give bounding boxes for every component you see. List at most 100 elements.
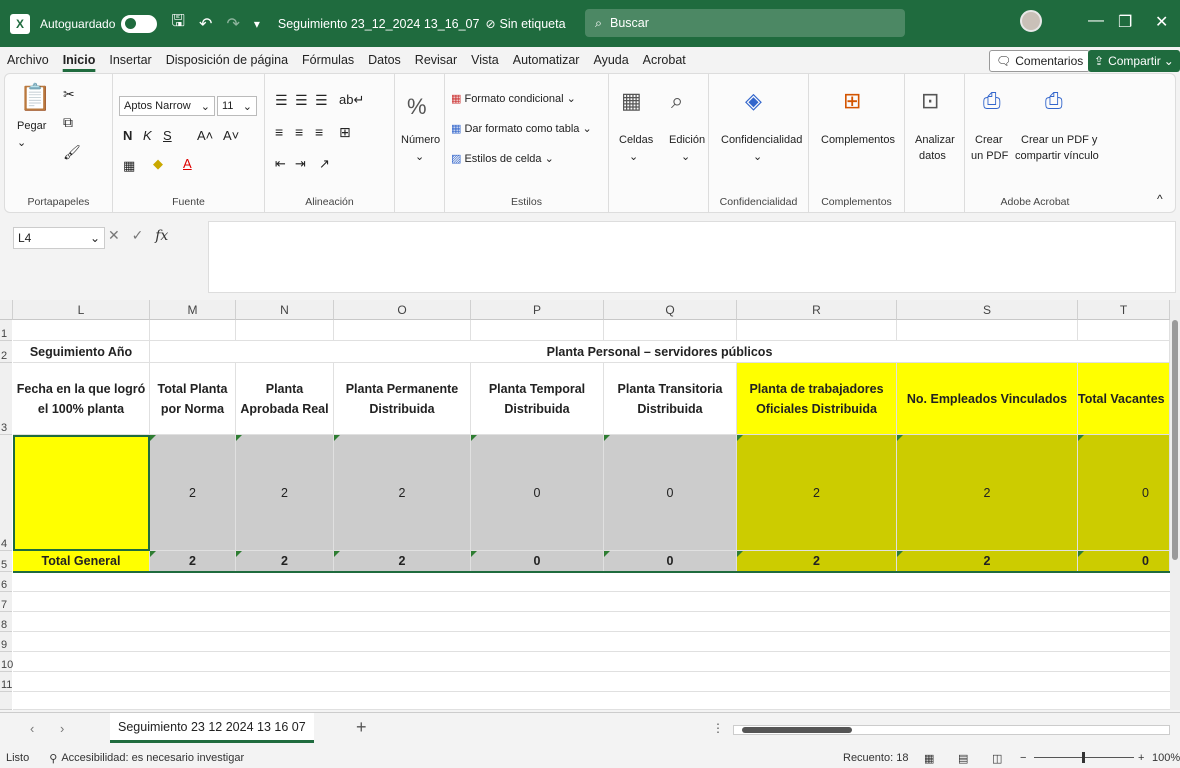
increase-font-icon[interactable]: A˄ (197, 128, 213, 143)
cell[interactable] (1078, 320, 1170, 341)
share-pdf-icon[interactable]: ⎙ (1045, 88, 1063, 114)
tab-vista[interactable]: Vista (464, 53, 506, 67)
confirm-icon[interactable]: ✓ (132, 227, 144, 243)
page-layout-icon[interactable]: ▤ (958, 752, 968, 765)
cell[interactable] (13, 320, 150, 341)
column-header[interactable]: R (737, 300, 897, 320)
decrease-indent-icon[interactable]: ⇤ (275, 156, 286, 172)
cell-N5[interactable]: 2 (236, 551, 334, 572)
addins-icon[interactable]: ⊞ (843, 88, 861, 114)
prev-sheet-icon[interactable]: ‹ (30, 721, 34, 736)
cell-styles-button[interactable]: ▨ Estilos de celda ⌄ (451, 152, 554, 165)
align-middle-icon[interactable]: ☰ (295, 92, 308, 109)
column-header[interactable]: O (334, 300, 471, 320)
more-options-icon[interactable]: ⋮ (712, 721, 724, 735)
scroll-thumb[interactable] (1172, 320, 1178, 560)
row-header[interactable]: 7 (0, 592, 12, 612)
row-header[interactable]: 11 (0, 672, 12, 692)
chevron-down-icon[interactable]: ⌄ (629, 150, 638, 163)
cell-P3[interactable]: Planta Temporal Distribuida (471, 363, 604, 435)
empty-row[interactable] (13, 572, 1170, 592)
cell-Q5[interactable]: 0 (604, 551, 737, 572)
row-header[interactable] (0, 692, 12, 710)
analyze-data-icon[interactable]: ⊡ (921, 88, 939, 114)
select-all-corner[interactable] (0, 300, 13, 320)
pdf-icon[interactable]: ⎙ (983, 88, 1001, 114)
borders-icon[interactable]: ▦ (123, 158, 135, 174)
tab-automatizar[interactable]: Automatizar (506, 53, 587, 67)
share-pdf-button[interactable]: Crear un PDF y (1021, 134, 1097, 146)
redo-icon[interactable]: ↷ (226, 14, 239, 34)
cell-L3[interactable]: Fecha en la que logró el 100% planta (13, 363, 150, 435)
align-right-icon[interactable]: ≡ (315, 124, 323, 140)
cell-M3[interactable]: Total Planta por Norma (150, 363, 236, 435)
cell-M5[interactable]: 2 (150, 551, 236, 572)
cell-L4-selected[interactable] (13, 435, 150, 551)
cell-N3[interactable]: Planta Aprobada Real (236, 363, 334, 435)
column-header[interactable]: P (471, 300, 604, 320)
cell[interactable] (236, 320, 334, 341)
cell-O5[interactable]: 2 (334, 551, 471, 572)
align-center-icon[interactable]: ≡ (295, 124, 303, 140)
cell-S4[interactable]: 2 (897, 435, 1078, 551)
file-title[interactable]: Seguimiento 23_12_2024 13_16_07 (278, 17, 480, 31)
cell[interactable] (334, 320, 471, 341)
next-sheet-icon[interactable]: › (60, 721, 64, 736)
italic-icon[interactable]: K (143, 128, 152, 143)
fill-color-icon[interactable]: ◆ (153, 156, 163, 172)
bold-icon[interactable]: N (123, 128, 132, 143)
page-break-icon[interactable]: ◫ (992, 752, 1002, 765)
empty-row[interactable] (13, 652, 1170, 672)
cut-icon[interactable]: ✂ (63, 86, 75, 103)
create-pdf-button[interactable]: Crear (975, 134, 1003, 146)
tab-ayuda[interactable]: Ayuda (586, 53, 635, 67)
tab-disposicion[interactable]: Disposición de página (159, 53, 295, 67)
cell-S3[interactable]: No. Empleados Vinculados (897, 363, 1078, 435)
zoom-out-icon[interactable]: − (1020, 752, 1026, 764)
vertical-scrollbar[interactable] (1170, 300, 1180, 710)
close-icon[interactable]: ✕ (1155, 12, 1168, 32)
cell-T5[interactable]: 0 (1078, 551, 1170, 572)
customize-toolbar-icon[interactable]: ▾ (254, 17, 260, 31)
addins-button[interactable]: Complementos (821, 134, 895, 146)
add-sheet-icon[interactable]: + (356, 717, 367, 738)
scroll-thumb[interactable] (742, 727, 852, 733)
cell-T3[interactable]: Total Vacantes (1078, 363, 1170, 435)
increase-indent-icon[interactable]: ⇥ (295, 156, 306, 172)
restore-icon[interactable]: ❐ (1118, 12, 1132, 32)
zoom-level[interactable]: 100% (1152, 752, 1180, 764)
format-painter-icon[interactable]: 🖌 (63, 144, 81, 161)
autosave-toggle[interactable] (121, 14, 158, 33)
formula-input[interactable] (208, 221, 1176, 293)
column-header[interactable]: S (897, 300, 1078, 320)
align-top-icon[interactable]: ☰ (275, 92, 288, 109)
column-header[interactable]: L (13, 300, 150, 320)
wrap-text-icon[interactable]: ab↵ (339, 92, 364, 108)
font-color-icon[interactable]: A (183, 156, 192, 171)
cells-icon[interactable]: ▦ (621, 88, 642, 114)
comments-button[interactable]: 🗨 Comentarios (989, 50, 1091, 72)
cancel-icon[interactable]: ✕ (108, 227, 120, 243)
underline-icon[interactable]: S (163, 128, 172, 143)
cell-Q3[interactable]: Planta Transitoria Distribuida (604, 363, 737, 435)
insert-function-icon[interactable]: fx (155, 228, 168, 244)
cell-O3[interactable]: Planta Permanente Distribuida (334, 363, 471, 435)
conditional-format-button[interactable]: ▦ Formato condicional ⌄ (451, 92, 576, 105)
analyze-data-button[interactable]: Analizar (915, 134, 955, 146)
orientation-icon[interactable]: ↗ (319, 156, 330, 172)
accessibility-status[interactable]: Accesibilidad: es necesario investigar (61, 752, 244, 764)
collapse-ribbon-icon[interactable]: ^ (1157, 192, 1163, 206)
share-button[interactable]: ⇪ Compartir ⌄ (1088, 50, 1180, 72)
cell-S5[interactable]: 2 (897, 551, 1078, 572)
zoom-in-icon[interactable]: + (1138, 752, 1144, 764)
spreadsheet-grid[interactable]: L M N O P Q R S T 1 2 3 4 5 6 7 8 9 10 1… (0, 300, 1170, 710)
tab-formulas[interactable]: Fórmulas (295, 53, 361, 67)
cell-L2[interactable]: Seguimiento Año (13, 341, 150, 363)
cell-R3[interactable]: Planta de trabajadores Oficiales Distrib… (737, 363, 897, 435)
align-bottom-icon[interactable]: ☰ (315, 92, 328, 109)
cell[interactable] (897, 320, 1078, 341)
font-size-select[interactable]: 11 ⌄ (217, 96, 257, 116)
save-icon[interactable]: 🖫 (171, 10, 185, 37)
row-header[interactable]: 6 (0, 572, 12, 592)
tab-insertar[interactable]: Insertar (102, 53, 158, 67)
